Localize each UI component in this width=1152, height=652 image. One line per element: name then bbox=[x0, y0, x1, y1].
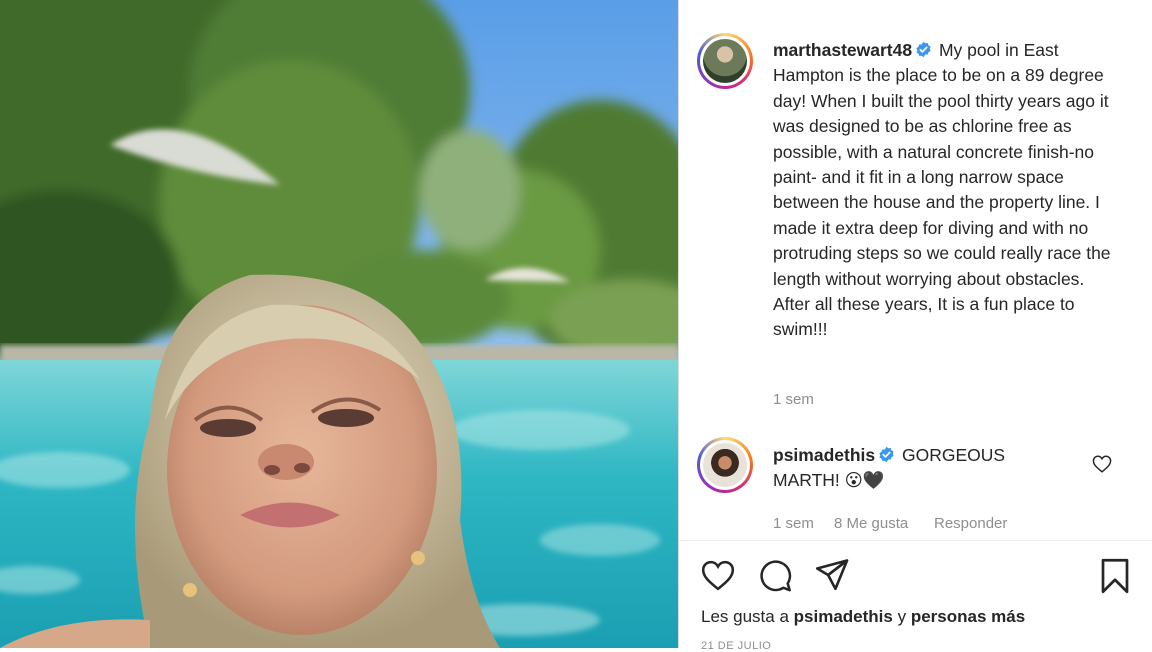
post-time-ago: 1 sem bbox=[773, 391, 814, 408]
pool-selfie-image bbox=[0, 0, 678, 648]
paper-plane-icon[interactable] bbox=[815, 559, 850, 591]
verified-badge-icon bbox=[916, 41, 931, 58]
post-details-panel: marthastewart48 My pool in East Hampton … bbox=[678, 0, 1152, 652]
likes-prefix: Les gusta a bbox=[701, 607, 789, 626]
likes-summary: Les gusta a psimadethis y personas más bbox=[701, 607, 1025, 627]
small-heart-icon[interactable] bbox=[1092, 455, 1112, 473]
post-date: 21 DE JULIO bbox=[701, 640, 772, 652]
post-photo[interactable] bbox=[0, 0, 678, 648]
heart-icon[interactable] bbox=[701, 560, 735, 591]
reply-button[interactable]: Responder bbox=[934, 515, 1007, 532]
speech-bubble-icon[interactable] bbox=[758, 559, 793, 593]
commenter-username[interactable]: psimadethis bbox=[773, 445, 875, 465]
divider bbox=[679, 540, 1152, 541]
post-caption: marthastewart48 My pool in East Hampton … bbox=[773, 38, 1113, 343]
likes-connector: y bbox=[897, 607, 907, 626]
likes-user[interactable]: psimadethis bbox=[794, 607, 893, 626]
author-username[interactable]: marthastewart48 bbox=[773, 40, 912, 60]
bookmark-icon[interactable] bbox=[1099, 558, 1131, 594]
caption-text: My pool in East Hampton is the place to … bbox=[773, 40, 1111, 340]
author-avatar[interactable] bbox=[697, 33, 753, 89]
comment-likes-count[interactable]: 8 Me gusta bbox=[834, 515, 908, 532]
author-avatar-image bbox=[703, 39, 747, 83]
comment-time-ago: 1 sem bbox=[773, 515, 814, 532]
verified-badge-icon bbox=[879, 446, 894, 463]
commenter-avatar[interactable] bbox=[697, 437, 753, 493]
likes-others[interactable]: personas más bbox=[911, 607, 1025, 626]
commenter-avatar-image bbox=[703, 443, 747, 487]
comment-item: psimadethis GORGEOUS MARTH! 😮🖤 bbox=[773, 443, 1073, 494]
